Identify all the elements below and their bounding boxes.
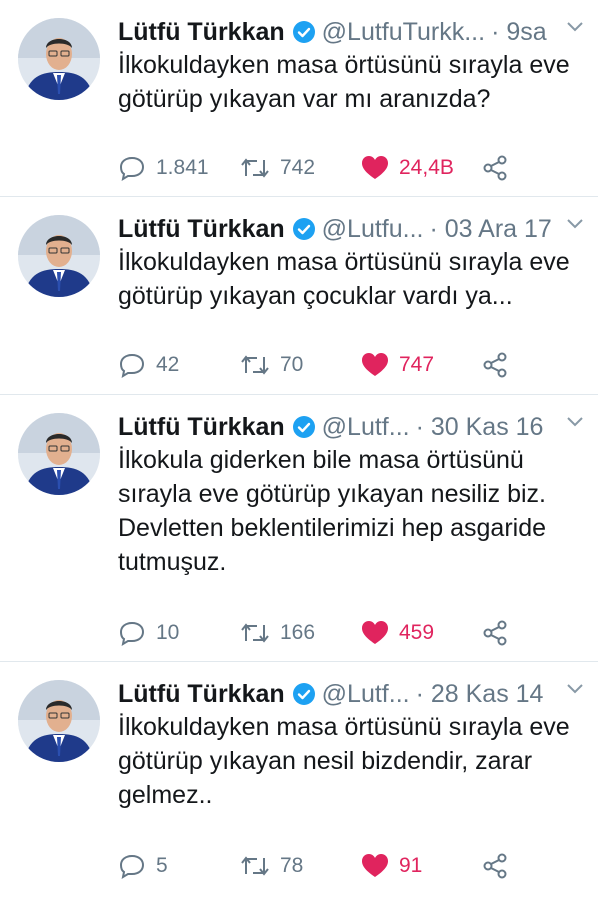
tweet-time[interactable]: · 30 Kas 16 xyxy=(416,413,544,442)
retweet-button[interactable]: 742 xyxy=(240,156,315,180)
tweet-text: İlkokuldayken masa örtüsünü sırayla eve … xyxy=(118,713,570,809)
author-handle[interactable]: @Lutfu... xyxy=(322,215,424,244)
retweet-icon xyxy=(241,158,269,178)
reply-bubble-icon xyxy=(119,621,145,646)
verified-badge-icon xyxy=(292,20,316,44)
retweet-button[interactable]: 70 xyxy=(240,353,303,377)
reply-button[interactable]: 10 xyxy=(118,620,179,646)
retweet-count: 742 xyxy=(280,156,316,179)
like-count: 747 xyxy=(399,353,435,376)
heart-icon xyxy=(362,353,388,376)
author-name[interactable]: Lütfü Türkkan xyxy=(118,680,285,709)
tweet[interactable]: Lütfü Türkkan @LutfuTurkk... · 9sa İlkok… xyxy=(0,0,598,197)
retweet-button[interactable]: 78 xyxy=(240,854,303,878)
heart-icon xyxy=(362,854,388,877)
avatar[interactable] xyxy=(18,680,100,762)
chevron-down-icon[interactable] xyxy=(566,20,584,38)
tweet-time[interactable]: · 03 Ara 17 xyxy=(430,215,552,244)
tweet-header: Lütfü Türkkan @Lutf... · 30 Kas 16 xyxy=(118,407,588,447)
chevron-down-icon[interactable] xyxy=(566,217,584,235)
like-count: 24,4B xyxy=(399,156,454,179)
retweet-icon xyxy=(241,355,269,375)
share-icon xyxy=(483,620,507,646)
author-handle[interactable]: @LutfuTurkk... xyxy=(322,18,485,47)
reply-count: 5 xyxy=(156,854,168,877)
reply-count: 1.841 xyxy=(156,156,209,179)
author-name[interactable]: Lütfü Türkkan xyxy=(118,18,285,47)
author-handle[interactable]: @Lutf... xyxy=(322,413,410,442)
tweet-text: İlkokuldayken masa örtüsünü sırayla eve … xyxy=(118,248,570,310)
share-button[interactable] xyxy=(482,853,508,879)
share-button[interactable] xyxy=(482,155,508,181)
reply-button[interactable]: 42 xyxy=(118,352,179,378)
tweet-actions: 5 78 91 xyxy=(118,848,588,884)
tweet-header: Lütfü Türkkan @LutfuTurkk... · 9sa xyxy=(118,12,588,52)
heart-icon xyxy=(362,156,388,179)
author-name[interactable]: Lütfü Türkkan xyxy=(118,215,285,244)
reply-bubble-icon xyxy=(119,854,145,879)
tweet-time[interactable]: · 9sa xyxy=(491,18,547,47)
retweet-count: 78 xyxy=(280,854,304,877)
tweet-header: Lütfü Türkkan @Lutfu... · 03 Ara 17 xyxy=(118,209,588,249)
reply-button[interactable]: 1.841 xyxy=(118,155,209,181)
tweet-time[interactable]: · 28 Kas 14 xyxy=(416,680,544,709)
retweet-count: 70 xyxy=(280,353,304,376)
tweet-actions: 10 166 459 xyxy=(118,615,588,651)
retweet-button[interactable]: 166 xyxy=(240,621,315,645)
tweet-header: Lütfü Türkkan @Lutf... · 28 Kas 14 xyxy=(118,674,588,714)
chevron-down-icon[interactable] xyxy=(566,415,584,433)
avatar[interactable] xyxy=(18,18,100,100)
reply-count: 42 xyxy=(156,353,180,376)
author-name[interactable]: Lütfü Türkkan xyxy=(118,413,285,442)
tweet-actions: 42 70 747 xyxy=(118,347,588,383)
reply-button[interactable]: 5 xyxy=(118,853,168,879)
share-icon xyxy=(483,352,507,378)
reply-bubble-icon xyxy=(119,156,145,181)
tweet[interactable]: Lütfü Türkkan @Lutfu... · 03 Ara 17 İlko… xyxy=(0,197,598,395)
like-button[interactable]: 459 xyxy=(361,620,434,646)
verified-badge-icon xyxy=(292,415,316,439)
tweet[interactable]: Lütfü Türkkan @Lutf... · 30 Kas 16 İlkok… xyxy=(0,395,598,662)
like-count: 459 xyxy=(399,621,435,644)
verified-badge-icon xyxy=(292,217,316,241)
tweet[interactable]: Lütfü Türkkan @Lutf... · 28 Kas 14 İlkok… xyxy=(0,662,598,900)
like-button[interactable]: 747 xyxy=(361,352,434,378)
share-button[interactable] xyxy=(482,620,508,646)
tweet-actions: 1.841 742 24,4B xyxy=(118,150,588,186)
like-count: 91 xyxy=(399,854,423,877)
chevron-down-icon[interactable] xyxy=(566,682,584,700)
verified-badge-icon xyxy=(292,682,316,706)
tweet-text: İlkokula giderken bile masa örtüsünü sır… xyxy=(118,446,547,576)
author-handle[interactable]: @Lutf... xyxy=(322,680,410,709)
like-button[interactable]: 24,4B xyxy=(361,155,454,181)
retweet-count: 166 xyxy=(280,621,316,644)
heart-icon xyxy=(362,621,388,644)
reply-count: 10 xyxy=(156,621,180,644)
retweet-icon xyxy=(241,623,269,643)
avatar[interactable] xyxy=(18,215,100,297)
retweet-icon xyxy=(241,856,269,876)
like-button[interactable]: 91 xyxy=(361,853,422,879)
share-icon xyxy=(483,155,507,181)
tweet-text: İlkokuldayken masa örtüsünü sırayla eve … xyxy=(118,51,570,113)
share-icon xyxy=(483,853,507,879)
share-button[interactable] xyxy=(482,352,508,378)
avatar[interactable] xyxy=(18,413,100,495)
reply-bubble-icon xyxy=(119,353,145,378)
